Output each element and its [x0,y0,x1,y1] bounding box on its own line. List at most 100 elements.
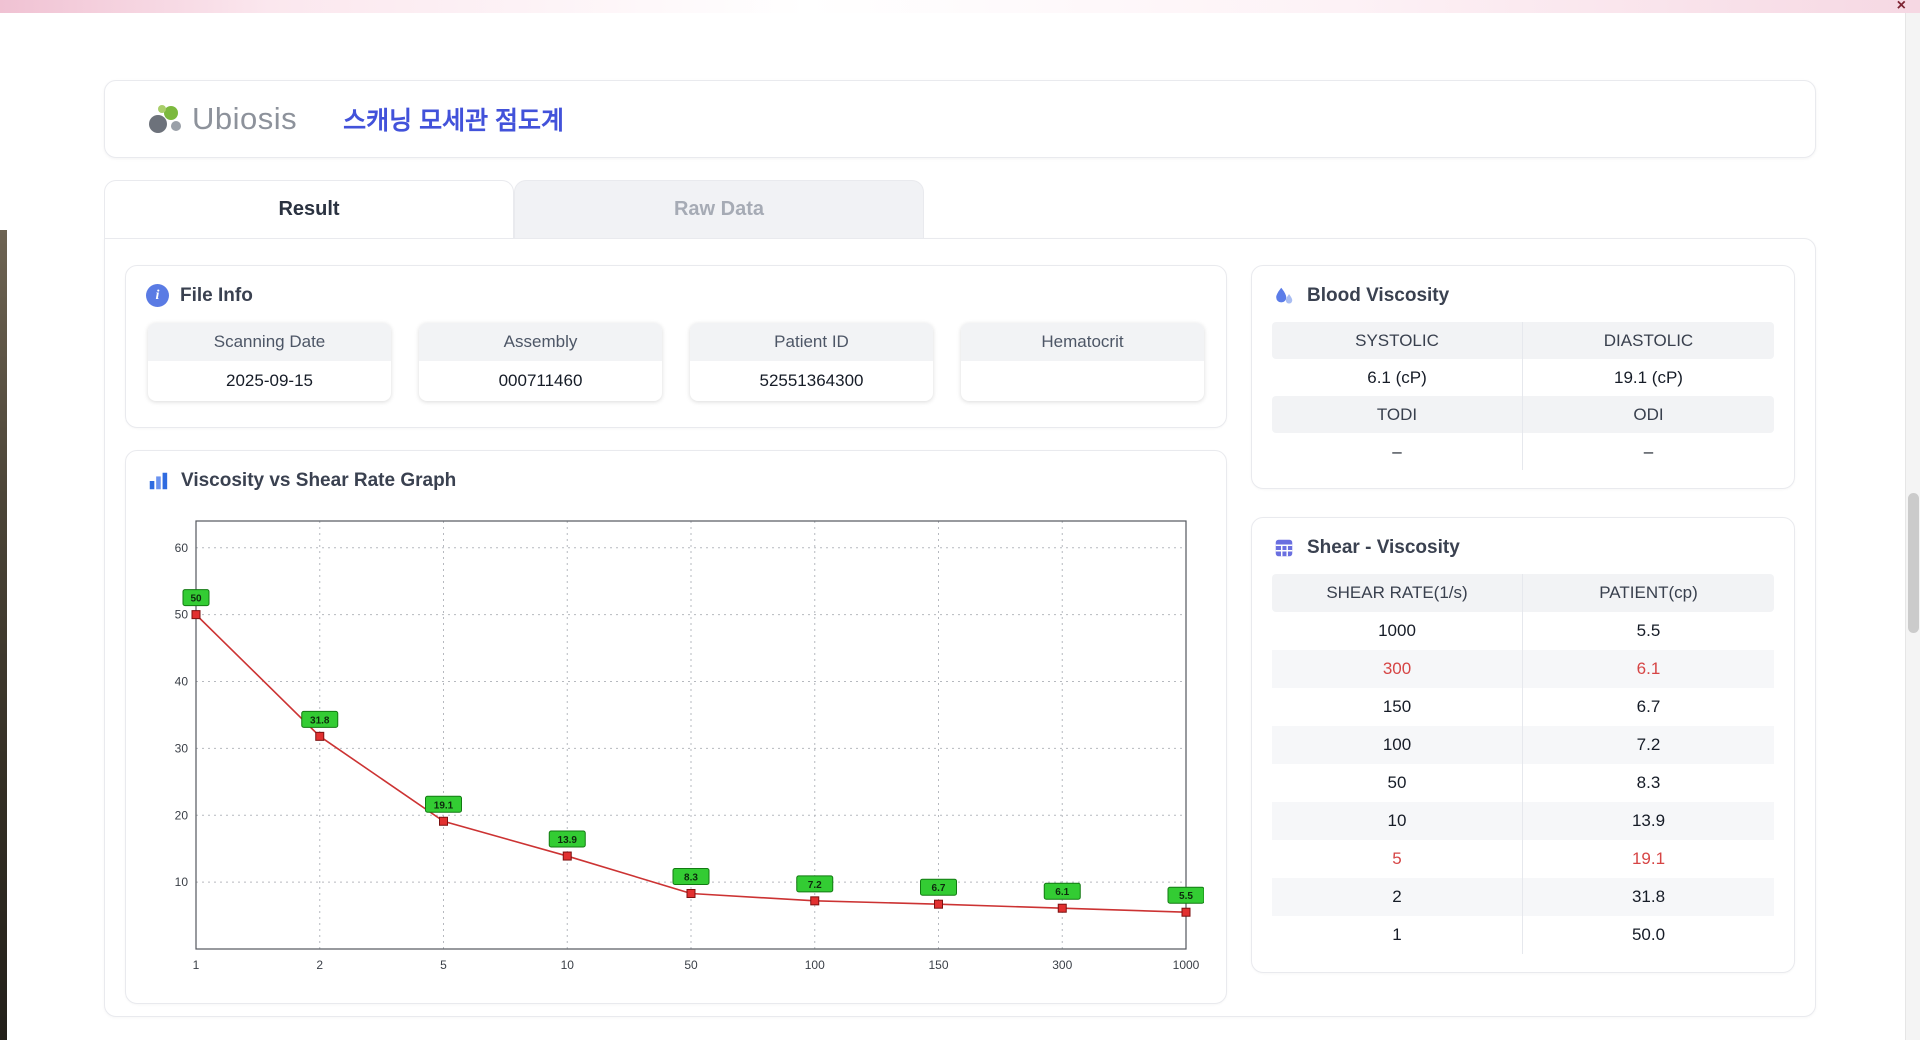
droplet-icon [1272,284,1296,308]
blood-viscosity-header: Blood Viscosity [1272,284,1774,308]
bv-header-row: TODIODI [1272,396,1774,433]
blood-viscosity-table: SYSTOLICDIASTOLIC6.1 (cP)19.1 (cP)TODIOD… [1272,322,1774,470]
file-info-field: Scanning Date2025-09-15 [148,323,391,401]
shear-header-row: SHEAR RATE(1/s)PATIENT(cp) [1272,574,1774,612]
bv-header-cell: SYSTOLIC [1272,322,1523,359]
bv-value-cell: 19.1 (cP) [1523,359,1774,396]
svg-text:30: 30 [175,741,189,755]
window-close-button[interactable]: × [1897,0,1906,14]
tab-result[interactable]: Result [104,180,514,238]
field-value: 2025-09-15 [148,361,391,401]
svg-text:8.3: 8.3 [684,872,698,883]
viscosity-shear-chart: 102030405060125105010015030010005031.819… [148,507,1204,985]
shear-viscosity-header: Shear - Viscosity [1272,536,1774,560]
bv-value-cell: – [1272,433,1523,470]
tab-raw-data[interactable]: Raw Data [514,180,924,238]
svg-text:13.9: 13.9 [558,835,578,846]
app-page: Ubiosis 스캐닝 모세관 점도계 Result Raw Data i Fi… [104,80,1816,1017]
window-titlebar [0,0,1920,13]
brand-name: Ubiosis [192,101,297,137]
file-info-field: Assembly000711460 [419,323,662,401]
bv-value-cell: – [1523,433,1774,470]
field-value [961,361,1204,401]
shear-viscosity-section: Shear - Viscosity SHEAR RATE(1/s)PATIENT… [1251,517,1795,973]
file-info-fields: Scanning Date2025-09-15 Assembly000711460… [146,321,1206,409]
shear-header-cell: SHEAR RATE(1/s) [1272,574,1523,612]
shear-table-row: 508.3 [1272,764,1774,802]
shear-table-row: 3006.1 [1272,650,1774,688]
bar-chart-icon [146,469,170,493]
scrollbar-thumb[interactable] [1908,493,1919,633]
shear-rate-cell: 2 [1272,878,1523,916]
svg-text:5: 5 [440,958,447,972]
svg-text:50: 50 [684,958,698,972]
shear-rate-cell: 1 [1272,916,1523,954]
bv-header-cell: DIASTOLIC [1523,322,1774,359]
shear-patient-cell: 6.7 [1523,688,1774,726]
file-info-field: Patient ID52551364300 [690,323,933,401]
file-info-title: File Info [180,285,253,307]
field-value: 52551364300 [690,361,933,401]
blood-viscosity-section: Blood Viscosity SYSTOLICDIASTOLIC6.1 (cP… [1251,265,1795,489]
shear-table-row: 519.1 [1272,840,1774,878]
file-info-field: Hematocrit [961,323,1204,401]
shear-patient-cell: 31.8 [1523,878,1774,916]
svg-text:40: 40 [175,675,189,689]
svg-text:150: 150 [928,958,948,972]
tab-bar: Result Raw Data [104,180,1816,238]
shear-header-cell: PATIENT(cp) [1523,574,1774,612]
shear-viscosity-table: SHEAR RATE(1/s)PATIENT(cp)10005.53006.11… [1272,574,1774,954]
bv-value-row: 6.1 (cP)19.1 (cP) [1272,359,1774,396]
app-header: Ubiosis 스캐닝 모세관 점도계 [104,80,1816,158]
field-label: Scanning Date [148,323,391,361]
svg-text:19.1: 19.1 [434,800,454,811]
shear-rate-cell: 100 [1272,726,1523,764]
shear-patient-cell: 5.5 [1523,612,1774,650]
shear-rate-cell: 300 [1272,650,1523,688]
shear-patient-cell: 13.9 [1523,802,1774,840]
svg-text:10: 10 [175,875,189,889]
shear-table-row: 231.8 [1272,878,1774,916]
app-title: 스캐닝 모세관 점도계 [343,101,564,137]
svg-text:2: 2 [316,958,323,972]
shear-table-row: 1013.9 [1272,802,1774,840]
svg-text:7.2: 7.2 [808,880,822,891]
left-column: i File Info Scanning Date2025-09-15 Assem… [125,265,1227,996]
svg-text:6.1: 6.1 [1055,887,1069,898]
ubiosis-logo: Ubiosis [145,101,297,137]
right-column: Blood Viscosity SYSTOLICDIASTOLIC6.1 (cP… [1251,265,1795,996]
shear-rate-cell: 10 [1272,802,1523,840]
shear-rate-cell: 150 [1272,688,1523,726]
svg-text:50: 50 [175,608,189,622]
window-scrollbar[interactable] [1905,13,1920,1040]
svg-text:10: 10 [561,958,575,972]
svg-text:50: 50 [190,594,202,605]
shear-rate-cell: 1000 [1272,612,1523,650]
field-label: Hematocrit [961,323,1204,361]
svg-text:1000: 1000 [1173,958,1200,972]
blood-viscosity-title: Blood Viscosity [1307,285,1449,307]
bv-header-row: SYSTOLICDIASTOLIC [1272,322,1774,359]
desktop-background-sliver [0,230,7,1040]
svg-text:20: 20 [175,808,189,822]
bv-value-row: –– [1272,433,1774,470]
file-info-header: i File Info [146,284,1206,307]
svg-text:60: 60 [175,541,189,555]
graph-title: Viscosity vs Shear Rate Graph [181,470,456,492]
graph-header: Viscosity vs Shear Rate Graph [146,469,1206,493]
bv-header-cell: TODI [1272,396,1523,433]
shear-patient-cell: 19.1 [1523,840,1774,878]
svg-text:100: 100 [805,958,825,972]
shear-table-row: 1506.7 [1272,688,1774,726]
table-icon [1272,536,1296,560]
svg-text:300: 300 [1052,958,1072,972]
shear-table-row: 10005.5 [1272,612,1774,650]
shear-patient-cell: 6.1 [1523,650,1774,688]
shear-patient-cell: 50.0 [1523,916,1774,954]
shear-patient-cell: 8.3 [1523,764,1774,802]
bv-value-cell: 6.1 (cP) [1272,359,1523,396]
svg-text:31.8: 31.8 [310,715,330,726]
shear-rate-cell: 5 [1272,840,1523,878]
shear-table-row: 150.0 [1272,916,1774,954]
shear-viscosity-title: Shear - Viscosity [1307,537,1460,559]
